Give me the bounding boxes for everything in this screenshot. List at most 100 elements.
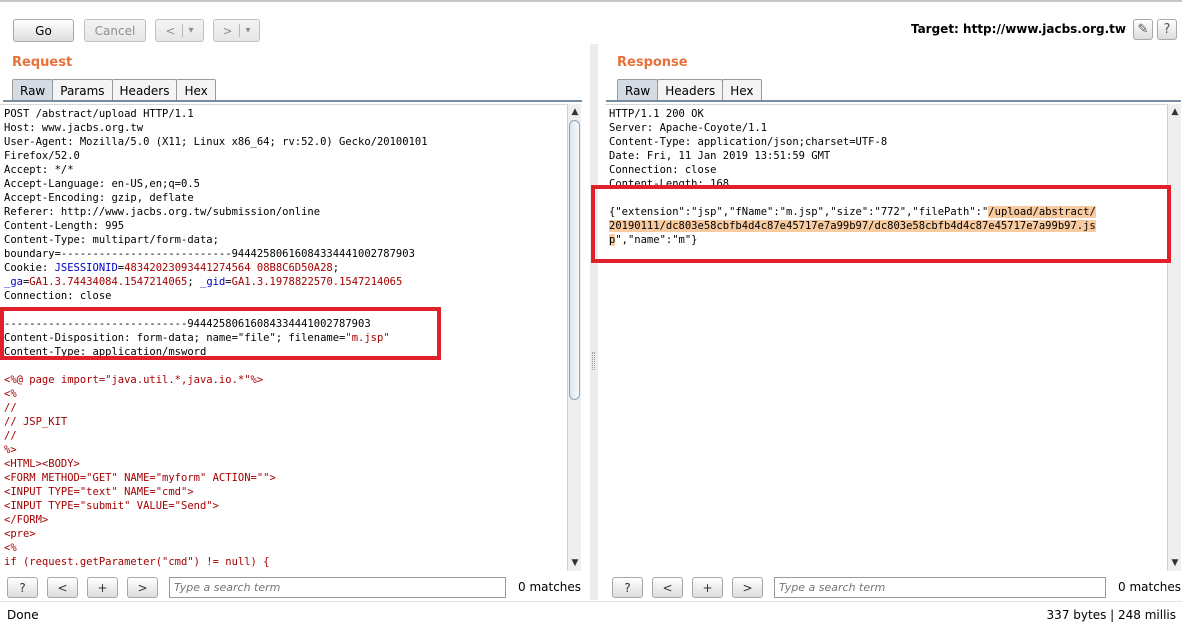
cancel-button[interactable]: Cancel [84, 19, 146, 42]
target-label: Target: http://www.jacbs.org.tw [910, 22, 1126, 36]
text-segment: // [4, 430, 17, 442]
text-line: <HTML><BODY> [4, 457, 552, 471]
text-segment: Accept-Encoding: gzip, deflate [4, 192, 194, 204]
text-line: <FORM METHOD="GET" NAME="myform" ACTION=… [4, 471, 552, 485]
text-segment: GA1.3.1978822570.1547214065 [231, 276, 403, 288]
text-line: User-Agent: Mozilla/5.0 (X11; Linux x86_… [4, 135, 552, 149]
response-title: Response [617, 55, 688, 70]
text-line: _ga=GA1.3.74434084.1547214065; _gid=GA1.… [4, 275, 552, 289]
response-tab-hex[interactable]: Hex [722, 79, 762, 101]
text-line: </FORM> [4, 513, 552, 527]
text-line: Server: Apache-Coyote/1.1 [609, 121, 1151, 135]
request-search-prev-button[interactable]: < [47, 577, 78, 598]
text-segment: Referer: http://www.jacbs.org.tw/submiss… [4, 206, 321, 218]
scroll-down-icon[interactable]: ▼ [570, 557, 580, 569]
response-search-next-button[interactable]: > [732, 577, 763, 598]
help-icon: ? [19, 580, 26, 595]
text-line: out.println("Command: " + request.getPar… [4, 569, 552, 571]
response-matches-count: 0 matches [1118, 580, 1182, 594]
back-label: < [165, 23, 176, 38]
text-line: Host: www.jacbs.org.tw [4, 121, 552, 135]
text-line: HTTP/1.1 200 OK [609, 107, 1151, 121]
text-line: Date: Fri, 11 Jan 2019 13:51:59 GMT [609, 149, 1151, 163]
request-search-input[interactable] [169, 577, 506, 598]
help-button[interactable]: ? [1157, 19, 1177, 40]
request-tabs: Raw Params Headers Hex [12, 79, 216, 101]
text-segment: // [4, 402, 17, 414]
response-tab-raw[interactable]: Raw [617, 79, 659, 101]
response-tab-headers[interactable]: Headers [657, 79, 724, 101]
divider-grip[interactable] [592, 352, 595, 370]
text-segment: ; [332, 262, 340, 274]
text-segment: Accept-Language: en-US,en;q=0.5 [4, 178, 200, 190]
text-segment: if (request.getParameter("cmd") != null)… [4, 556, 270, 568]
request-search-next-button[interactable]: > [127, 577, 158, 598]
text-segment: Connection: close [4, 290, 112, 302]
pencil-icon: ✎ [1137, 22, 1149, 37]
response-search-input[interactable] [774, 577, 1106, 598]
text-segment: Connection: close [609, 164, 717, 176]
text-segment: HTTP/1.1 200 OK [609, 108, 704, 120]
request-search-add-button[interactable]: + [87, 577, 118, 598]
response-stats: 337 bytes | 248 millis [1046, 608, 1176, 622]
text-segment: Content-Type: application/json;charset=U… [609, 136, 888, 148]
text-segment: Host: www.jacbs.org.tw [4, 122, 144, 134]
text-segment: POST /abstract/upload HTTP/1.1 [4, 108, 194, 120]
forward-dropdown-icon[interactable]: ▾ [246, 25, 251, 36]
edit-target-button[interactable]: ✎ [1133, 19, 1153, 40]
text-line: Connection: close [609, 163, 1151, 177]
pane-divider[interactable] [590, 44, 598, 600]
text-segment: ; [187, 276, 200, 288]
request-matches-count: 0 matches [518, 580, 582, 594]
text-line: <pre> [4, 527, 552, 541]
request-tab-hex[interactable]: Hex [176, 79, 216, 101]
text-segment: <INPUT TYPE="submit" VALUE="Send"> [4, 500, 219, 512]
request-tab-params[interactable]: Params [52, 79, 113, 101]
text-segment: <pre> [4, 528, 36, 540]
text-line: Content-Type: application/json;charset=U… [609, 135, 1151, 149]
response-search-add-button[interactable]: + [692, 577, 723, 598]
text-line: Accept: */* [4, 163, 552, 177]
request-search-help-button[interactable]: ? [7, 577, 38, 598]
request-tab-raw[interactable]: Raw [12, 79, 54, 101]
text-line: Connection: close [4, 289, 552, 303]
highlight-box-request [0, 307, 441, 360]
response-scrollbar[interactable]: ▲ ▼ [1167, 104, 1181, 571]
response-editor[interactable]: HTTP/1.1 200 OK Server: Apache-Coyote/1.1… [605, 104, 1167, 571]
text-segment: Server: Apache-Coyote/1.1 [609, 122, 768, 134]
text-segment: <% [4, 388, 17, 400]
request-tab-headers[interactable]: Headers [111, 79, 178, 101]
text-segment: <INPUT TYPE="text" NAME="cmd"> [4, 486, 194, 498]
text-line: // [4, 429, 552, 443]
text-line: Accept-Language: en-US,en;q=0.5 [4, 177, 552, 191]
back-dropdown-icon[interactable]: ▾ [189, 25, 194, 36]
scroll-up-icon[interactable]: ▲ [570, 106, 580, 118]
previous-icon: < [57, 580, 68, 595]
text-segment: JSESSIONID [54, 262, 118, 274]
highlight-box-response [591, 185, 1171, 263]
text-line: // [4, 401, 552, 415]
response-search-prev-button[interactable]: < [652, 577, 683, 598]
text-segment: </FORM> [4, 514, 49, 526]
plus-icon: + [97, 580, 108, 595]
go-button[interactable]: Go [13, 19, 74, 42]
scroll-down-icon[interactable]: ▼ [1170, 557, 1180, 569]
text-segment: Cookie: [4, 262, 55, 274]
help-icon: ? [1163, 22, 1171, 37]
text-line: <%@ page import="java.util.*,java.io.*"%… [4, 373, 552, 387]
forward-button[interactable]: > ▾ [213, 19, 260, 42]
request-scrollbar[interactable]: ▲ ▼ [567, 104, 581, 571]
back-button[interactable]: < ▾ [155, 19, 204, 42]
scroll-up-icon[interactable]: ▲ [1170, 106, 1180, 118]
request-tab-underline [3, 100, 582, 102]
text-segment: GA1.3.74434084.1547214065 [29, 276, 188, 288]
text-line: Content-Length: 995 [4, 219, 552, 233]
status-bar: Done 337 bytes | 248 millis [0, 601, 1182, 626]
scroll-thumb[interactable] [569, 120, 580, 400]
response-search-help-button[interactable]: ? [612, 577, 643, 598]
previous-icon: < [662, 580, 673, 595]
text-segment: Content-Type: multipart/form-data; [4, 234, 219, 246]
forward-separator [238, 24, 240, 37]
text-line: Accept-Encoding: gzip, deflate [4, 191, 552, 205]
text-segment: 48342023093441274564 08B8C6D50A28 [124, 262, 333, 274]
